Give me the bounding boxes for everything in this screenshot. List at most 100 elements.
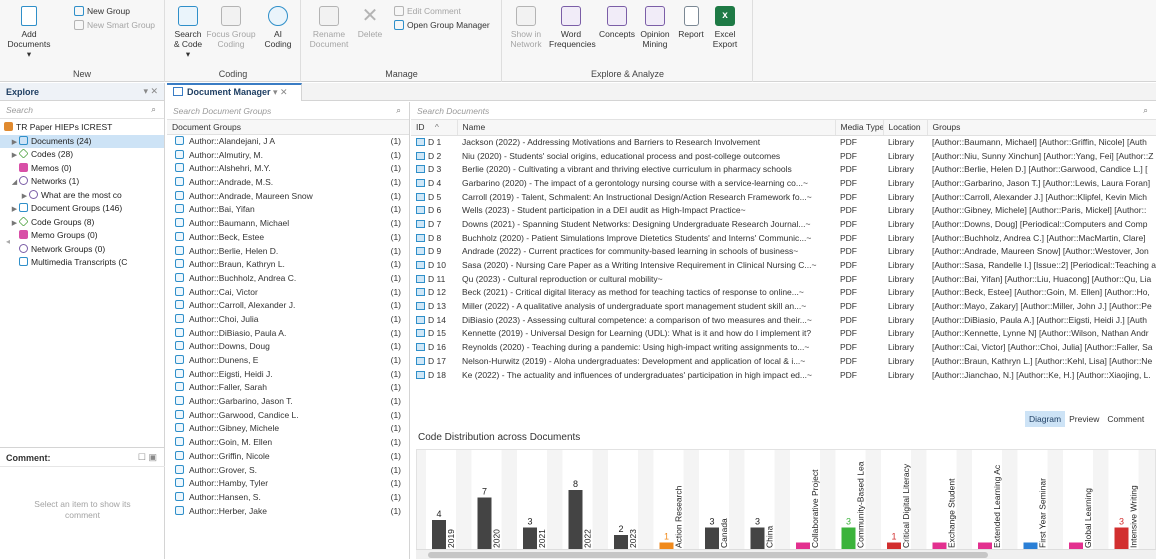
document-group-row[interactable]: Author::Berlie, Helen D. (1) bbox=[167, 245, 409, 259]
tab-close-icon[interactable]: ▾ ✕ bbox=[271, 87, 288, 97]
chart-bar[interactable] bbox=[477, 497, 492, 551]
panel-collapse-icon[interactable]: ◂ bbox=[6, 237, 10, 246]
chart-bar[interactable] bbox=[705, 527, 719, 551]
document-row[interactable]: D 10 Sasa (2020) - Nursing Care Paper as … bbox=[411, 258, 1156, 272]
document-row[interactable]: D 9 Andrade (2022) - Current practices fo… bbox=[411, 245, 1156, 259]
new-group-button[interactable]: New Group bbox=[74, 6, 130, 16]
tab-comment[interactable]: Comment bbox=[1103, 411, 1148, 427]
groups-column-header[interactable]: Document Groups bbox=[167, 120, 409, 135]
tab-document-manager[interactable]: Document Manager ▾ ✕ bbox=[167, 83, 302, 101]
document-group-row[interactable]: Author::Grover, S. (1) bbox=[167, 464, 409, 478]
document-row[interactable]: D 6 Wells (2023) - Student participation … bbox=[411, 203, 1156, 217]
document-group-row[interactable]: Author::Buchholz, Andrea C. (1) bbox=[167, 272, 409, 286]
document-group-row[interactable]: Author::Andrade, Maureen Snow (1) bbox=[167, 190, 409, 204]
scrollbar-thumb[interactable] bbox=[428, 552, 988, 558]
rename-document-button[interactable]: Rename Document bbox=[308, 6, 350, 49]
focus-group-coding-button[interactable]: Focus Group Coding bbox=[206, 6, 256, 49]
tree-item-project[interactable]: TR Paper HIEPs ICREST bbox=[0, 121, 164, 135]
open-group-manager-button[interactable]: Open Group Manager bbox=[394, 20, 490, 30]
document-group-row[interactable]: Author::DiBiasio, Paula A. (1) bbox=[167, 327, 409, 341]
tree-item-code-groups[interactable]: ▶ Code Groups (8) bbox=[0, 215, 164, 230]
search-code-button[interactable]: Search & Code ▾ bbox=[172, 6, 204, 59]
expand-icon[interactable]: ▶ bbox=[20, 190, 29, 203]
docs-search-input[interactable]: Search Documents ⌕ bbox=[411, 102, 1156, 120]
tree-item-multimedia-transcripts[interactable]: Multimedia Transcripts (C bbox=[0, 256, 164, 270]
col-location[interactable]: Location bbox=[883, 120, 928, 136]
document-group-row[interactable]: Author::Beck, Estee (1) bbox=[167, 231, 409, 245]
document-group-row[interactable]: Author::Hansen, S. (1) bbox=[167, 491, 409, 505]
delete-button[interactable]: ✕ Delete bbox=[354, 6, 386, 39]
tree-item-codes[interactable]: ▶ Codes (28) bbox=[0, 148, 164, 162]
search-icon[interactable]: ⌕ bbox=[396, 105, 401, 116]
document-group-row[interactable]: Author::Carroll, Alexander J. (1) bbox=[167, 299, 409, 313]
document-group-row[interactable]: Author::Downs, Doug (1) bbox=[167, 340, 409, 354]
col-media-type[interactable]: Media Type bbox=[835, 120, 884, 136]
document-group-row[interactable]: Author::Alandejani, J A (1) bbox=[167, 135, 409, 149]
groups-search-input[interactable]: Search Document Groups ⌕ bbox=[167, 102, 409, 120]
document-row[interactable]: D 18 Ke (2022) - The actuality and influe… bbox=[411, 368, 1156, 382]
search-icon[interactable]: ⌕ bbox=[151, 104, 156, 115]
chart-bar[interactable] bbox=[523, 527, 537, 551]
chart-bar[interactable] bbox=[614, 535, 628, 550]
chart-horizontal-scrollbar[interactable] bbox=[416, 549, 1156, 559]
add-documents-button[interactable]: Add Documents ▾ bbox=[6, 6, 52, 59]
concepts-button[interactable]: Concepts bbox=[597, 6, 637, 39]
opinion-mining-button[interactable]: Opinion Mining bbox=[637, 6, 673, 49]
chart-bar[interactable] bbox=[1114, 527, 1129, 551]
document-row[interactable]: D 14 DiBiasio (2023) - Assessing cultural… bbox=[411, 313, 1156, 327]
edit-comment-button[interactable]: Edit Comment bbox=[394, 6, 461, 16]
document-row[interactable]: D 12 Beck (2021) - Critical digital liter… bbox=[411, 286, 1156, 300]
document-group-row[interactable]: Author::Braun, Kathryn L. (1) bbox=[167, 258, 409, 272]
tree-item-memos[interactable]: Memos (0) bbox=[0, 162, 164, 176]
document-row[interactable]: D 3 Berlie (2020) - Cultivating a vibrant… bbox=[411, 162, 1156, 176]
document-row[interactable]: D 13 Miller (2022) - A qualitative analys… bbox=[411, 299, 1156, 313]
document-group-row[interactable]: Author::Baumann, Michael (1) bbox=[167, 217, 409, 231]
document-group-row[interactable]: Author::Choi, Julia (1) bbox=[167, 313, 409, 327]
tree-item-document-groups[interactable]: ▶ Document Groups (146) bbox=[0, 202, 164, 216]
document-row[interactable]: D 17 Nelson-Hurwitz (2019) - Aloha underg… bbox=[411, 354, 1156, 368]
document-row[interactable]: D 16 Reynolds (2020) - Teaching during a … bbox=[411, 340, 1156, 354]
document-group-row[interactable]: Author::Garbarino, Jason T. (1) bbox=[167, 395, 409, 409]
expand-icon[interactable]: ▶ bbox=[10, 217, 19, 230]
document-row[interactable]: D 7 Downs (2021) - Spanning Student Netwo… bbox=[411, 217, 1156, 231]
new-smart-group-button[interactable]: New Smart Group bbox=[74, 20, 155, 30]
tree-item-memo-groups[interactable]: Memo Groups (0) bbox=[0, 229, 164, 243]
explore-search-input[interactable]: Search ⌕ bbox=[0, 101, 164, 119]
excel-export-button[interactable]: x Excel Export bbox=[709, 6, 741, 49]
document-group-row[interactable]: Author::Griffin, Nicole (1) bbox=[167, 450, 409, 464]
panel-close-icon[interactable]: ▾ ✕ bbox=[143, 86, 158, 97]
chart-bar[interactable] bbox=[841, 527, 856, 551]
chart-bar[interactable] bbox=[432, 520, 446, 550]
document-group-row[interactable]: Author::Herber, Jake (1) bbox=[167, 505, 409, 519]
document-group-row[interactable]: Author::Hamby, Tyler (1) bbox=[167, 477, 409, 491]
document-group-row[interactable]: Author::Almutiry, M. (1) bbox=[167, 149, 409, 163]
comment-edit-icon[interactable]: ☐ ▣ bbox=[138, 452, 157, 463]
collapse-icon[interactable]: ◢ bbox=[10, 176, 19, 189]
document-row[interactable]: D 15 Kennette (2019) - Universal Design f… bbox=[411, 327, 1156, 341]
tab-preview[interactable]: Preview bbox=[1065, 411, 1103, 427]
expand-icon[interactable]: ▶ bbox=[10, 203, 19, 216]
document-row[interactable]: D 1 Jackson (2022) - Addressing Motivatio… bbox=[411, 135, 1156, 149]
document-row[interactable]: D 8 Buchholz (2020) - Patient Simulations… bbox=[411, 231, 1156, 245]
document-group-row[interactable]: Author::Goin, M. Ellen (1) bbox=[167, 436, 409, 450]
word-frequencies-button[interactable]: Word Frequencies bbox=[549, 6, 596, 49]
tree-item-network-groups[interactable]: Network Groups (0) bbox=[0, 243, 164, 257]
show-in-network-button[interactable]: Show in Network bbox=[507, 6, 545, 49]
document-row[interactable]: D 11 Qu (2023) - Cultural reproduction or… bbox=[411, 272, 1156, 286]
expand-icon[interactable]: ▶ bbox=[10, 136, 19, 149]
document-row[interactable]: D 5 Carroll (2019) - Talent, Schmalent: A… bbox=[411, 190, 1156, 204]
document-group-row[interactable]: Author::Dunens, E (1) bbox=[167, 354, 409, 368]
col-id[interactable]: ID ^ bbox=[411, 120, 458, 136]
col-name[interactable]: Name bbox=[457, 120, 836, 136]
search-icon[interactable]: ⌕ bbox=[1143, 105, 1148, 116]
document-row[interactable]: D 4 Garbarino (2020) - The impact of a ge… bbox=[411, 176, 1156, 190]
report-button[interactable]: Report bbox=[675, 6, 707, 39]
chart-bar[interactable] bbox=[568, 490, 583, 550]
document-group-row[interactable]: Author::Garwood, Candice L. (1) bbox=[167, 409, 409, 423]
document-group-row[interactable]: Author::Faller, Sarah (1) bbox=[167, 381, 409, 395]
document-row[interactable]: D 2 Niu (2020) - Students' social origins… bbox=[411, 149, 1156, 163]
chart-bar[interactable] bbox=[750, 527, 765, 551]
tree-item-networks[interactable]: ◢ Networks (1) bbox=[0, 175, 164, 189]
col-groups[interactable]: Groups bbox=[927, 120, 1156, 136]
ai-coding-button[interactable]: AI Coding bbox=[262, 6, 294, 49]
